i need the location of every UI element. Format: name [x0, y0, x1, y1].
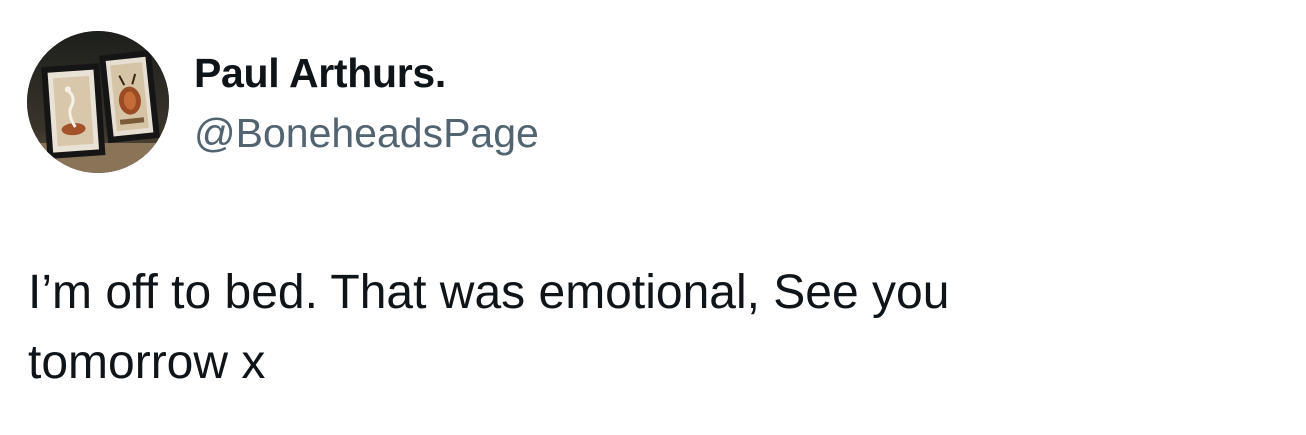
tweet-card: Paul Arthurs. @BoneheadsPage I’m off to … [0, 0, 1306, 435]
framed-pictures-icon [27, 31, 169, 173]
tweet-text: I’m off to bed. That was emotional, See … [28, 266, 963, 389]
display-name[interactable]: Paul Arthurs. [194, 48, 446, 98]
user-handle[interactable]: @BoneheadsPage [194, 108, 539, 158]
avatar[interactable] [27, 31, 169, 173]
